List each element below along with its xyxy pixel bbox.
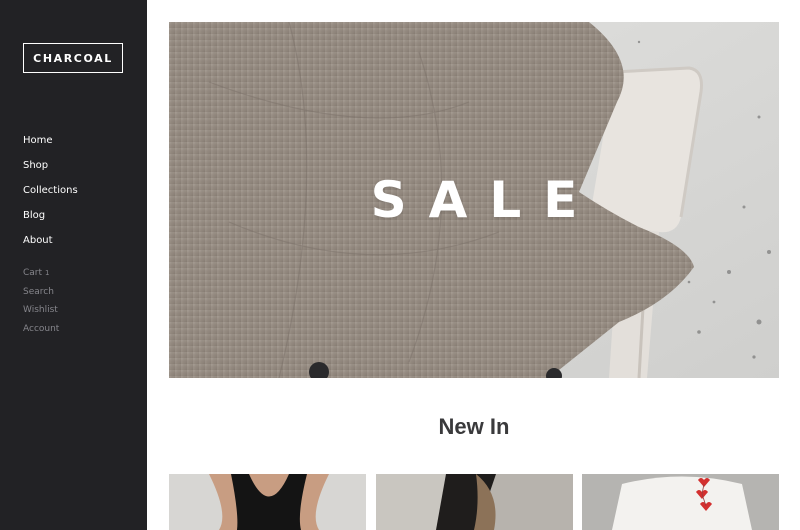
main-nav: Home Shop Collections Blog About xyxy=(23,133,78,258)
brand-logo[interactable]: CHARCOAL xyxy=(23,43,123,73)
hero-title: SALE xyxy=(370,171,600,229)
black-tank-top-image xyxy=(169,474,366,530)
nav-item-home[interactable]: Home xyxy=(23,133,78,158)
cart-label: Cart xyxy=(23,268,43,278)
product-card[interactable] xyxy=(376,474,573,530)
street-model-image xyxy=(376,474,573,530)
cart-link[interactable]: Cart 1 xyxy=(23,267,59,286)
nav-item-blog[interactable]: Blog xyxy=(23,208,78,233)
new-in-heading: New In xyxy=(438,414,510,439)
product-card[interactable] xyxy=(582,474,779,530)
cart-count-badge: 1 xyxy=(45,269,50,277)
search-link[interactable]: Search xyxy=(23,286,59,305)
nav-item-shop[interactable]: Shop xyxy=(23,158,78,183)
account-link[interactable]: Account xyxy=(23,323,59,342)
white-shirt-hearts-image xyxy=(582,474,779,530)
hero-banner[interactable]: SALE xyxy=(169,22,779,378)
nav-item-collections[interactable]: Collections xyxy=(23,183,78,208)
utility-nav: Cart 1 Search Wishlist Account xyxy=(23,267,59,342)
wishlist-link[interactable]: Wishlist xyxy=(23,304,59,323)
product-card[interactable] xyxy=(169,474,366,530)
sidebar: CHARCOAL Home Shop Collections Blog Abou… xyxy=(0,0,147,530)
nav-item-about[interactable]: About xyxy=(23,233,78,258)
